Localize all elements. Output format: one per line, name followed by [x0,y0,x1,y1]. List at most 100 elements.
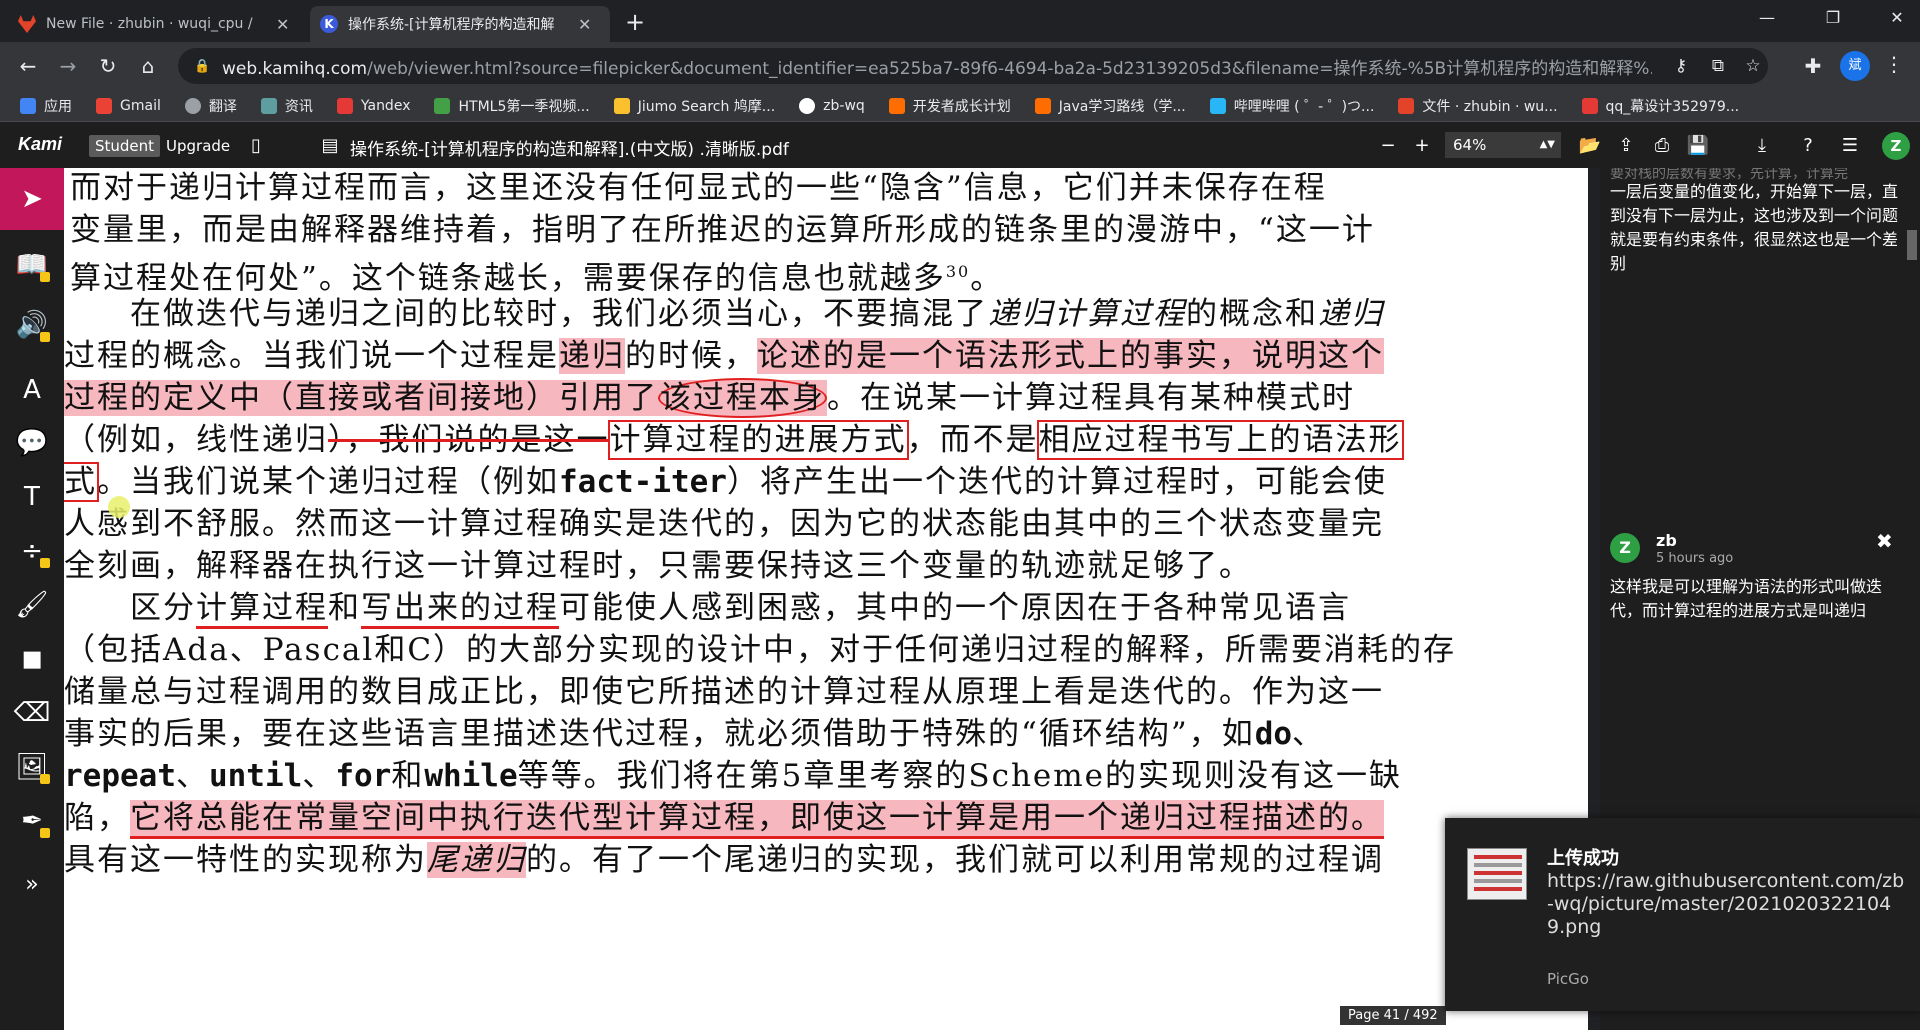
scrollbar[interactable] [1907,230,1917,260]
key-icon[interactable]: ⚷ [1671,56,1691,76]
close-icon[interactable]: ✕ [578,15,591,34]
text-box-icon[interactable]: T [0,470,64,524]
underline[interactable]: 写出来的过程 [361,590,559,629]
gitlab-icon [1398,97,1415,114]
strikethrough[interactable]: ），我们说的是这一 [328,422,610,458]
zoom-out-icon[interactable]: − [1376,134,1400,158]
open-external-icon[interactable]: ⧉ [1708,56,1728,76]
drawing-brush-icon[interactable]: 🖌 [0,578,64,632]
folder-open-icon[interactable]: 📂 [1578,134,1602,158]
text-line: 区分计算过程和写出来的过程可能使人感到困惑，其中的一个原因在于各种常见语言 [130,588,1351,629]
globe-icon [184,97,201,114]
bookmark-gitlab-files[interactable]: 文件 · zhubin · wu... [1398,96,1558,116]
lock-badge-icon [40,774,50,784]
url-text[interactable]: web.kamihq.com/web/viewer.html?source=fi… [222,54,1652,79]
browser-menu-icon[interactable]: ⋮ [1884,52,1904,76]
bookmark-yandex[interactable]: Yandex [336,97,410,114]
share-icon[interactable]: ⇪ [1614,134,1638,158]
add-image-icon[interactable]: 🖼 [0,740,64,794]
eraser-icon[interactable]: ⌫ [0,686,64,740]
close-icon[interactable]: ✕ [276,15,289,34]
select-cursor-icon[interactable]: ➤ [0,172,64,226]
profile-avatar[interactable]: 斌 [1840,51,1870,81]
highlight[interactable]: 递归 [559,338,625,374]
upgrade-button[interactable]: Upgrade [166,135,230,157]
bookmark-apps[interactable]: 应用 [20,96,72,116]
expand-sidebar-icon[interactable]: » [0,858,64,912]
user-avatar[interactable]: Z [1882,132,1910,160]
upload-toast[interactable]: 上传成功 https://raw.githubusercontent.com/z… [1445,818,1920,1011]
zoom-select[interactable]: 64% ▲▼ [1445,132,1561,158]
red-box[interactable]: 计算过程的进展方式 [607,420,909,460]
bookmark-bilibili[interactable]: 哔哩哔哩 ( ゜- ゜)つ... [1209,96,1374,116]
new-tab-button[interactable]: + [620,8,650,38]
toast-url: https://raw.githubusercontent.com/zb-wq/… [1547,870,1905,938]
text-line: 储量总与过程调用的数目成正比，即使它所描述的计算过程从原理上看是迭代的。作为这一 [64,674,1384,710]
github-icon [799,97,816,114]
highlight[interactable]: 它将总能在常量空间中执行迭代型计算过程，即使这一计算是用一个递归过程描述的。 [130,800,1384,839]
highlight[interactable]: 论述的是一个语法形式上的事实 [757,338,1219,374]
hamburger-menu-icon[interactable]: ☰ [1838,134,1862,158]
bookmark-news[interactable]: 资讯 [260,96,313,116]
minimize-icon[interactable]: — [1744,0,1790,36]
text-line: 式。当我们说某个递归过程（例如fact-iter）将产生出一个迭代的计算过程时，… [64,462,1387,502]
highlight[interactable]: 尾递归 [427,842,526,878]
student-button[interactable]: Student [89,135,161,157]
toast-title: 上传成功 [1547,848,1619,869]
zoom-in-icon[interactable]: + [1410,134,1434,158]
bookmark-jiumo[interactable]: Jiumo Search 鸠摩... [613,96,775,116]
comment-time: 5 hours ago [1656,551,1734,566]
document-icon: ▤ [321,135,339,156]
text-to-speech-icon[interactable]: 🔊 [0,298,64,352]
close-icon[interactable]: ✖ [1876,529,1893,553]
download-icon[interactable]: ⤓ [1750,134,1774,158]
bookmark-zb-wq[interactable]: zb-wq [799,97,865,114]
red-box[interactable]: 式 [64,462,99,502]
extensions-icon[interactable]: ✚ [1799,52,1827,80]
highlight[interactable]: 说明这个 [1252,338,1384,374]
print-icon[interactable]: ⎙ [1650,134,1674,158]
underline[interactable]: 计算过程 [196,590,328,629]
comment-icon[interactable]: 💬 [0,416,64,470]
bookmark-dev-growth[interactable]: 开发者成长计划 [888,96,1011,116]
sidebar-toggle-icon[interactable]: ▯ [244,134,268,158]
help-icon[interactable]: ? [1796,134,1820,158]
browser-tab-bar: New File · zhubin · wuqi_cpu / ✕ K 操作系统-… [0,0,1920,42]
bookmark-java[interactable]: Java学习路线（学... [1034,96,1186,116]
highlight[interactable]: 过程的定义中（直接或者间接地）引用了该过程本身 [64,378,827,418]
pdf-page: 而对于递归计算过程而言，这里还没有任何显式的一些“隐含”信息，它们并未保存在程 … [64,168,1588,1030]
tab-kami[interactable]: K 操作系统-[计算机程序的构造和解 ✕ [310,6,610,42]
text-line: （例如，线性递归），我们说的是这一计算过程的进展方式，而不是相应过程书写上的语法… [64,420,1404,460]
comment-avatar: Z [1610,533,1640,563]
signature-icon[interactable]: ✒ [0,794,64,848]
star-icon[interactable]: ☆ [1743,56,1763,76]
reload-icon[interactable]: ↻ [94,52,122,80]
bookmark-translate[interactable]: 翻译 [184,96,237,116]
equation-icon[interactable]: ÷ [0,524,64,578]
bookmark-gmail[interactable]: Gmail [96,97,161,114]
restore-icon[interactable]: ❐ [1810,0,1856,36]
markup-icon[interactable]: A [0,363,64,417]
comment-author: zb [1656,531,1677,550]
comment-card[interactable]: Z zb 5 hours ago ✖ 这样我是可以理解为语法的形式叫做迭代，而计… [1600,523,1920,823]
address-bar[interactable]: 🔒 web.kamihq.com/web/viewer.html?source=… [178,48,1768,84]
text-line: 算过程处在何处”。这个链条越长，需要保存的信息也就越多30。 [70,260,1004,297]
bookmark-html5[interactable]: HTML5第一季视频... [434,96,590,116]
bilibili-icon [1209,97,1226,114]
forward-icon[interactable]: → [54,52,82,80]
tab-gitlab[interactable]: New File · zhubin · wuqi_cpu / ✕ [8,6,308,42]
lock-badge-icon [40,558,50,568]
flame-icon [1581,97,1598,114]
home-icon[interactable]: ⌂ [134,52,162,80]
gmail-icon [96,97,112,114]
dictionary-icon[interactable]: 📖 [0,238,64,292]
save-icon[interactable]: 💾 [1686,134,1710,158]
back-icon[interactable]: ← [14,52,42,80]
comment-card[interactable]: 要对栈的层数有要求，先计算，计算完 一层后变量的值变化，开始算下一层，直到没有下… [1610,168,1910,276]
circled-annotation[interactable]: 该过程本身 [658,378,827,418]
bookmark-qq[interactable]: qq_幕设计352979... [1581,96,1739,116]
close-window-icon[interactable]: ✕ [1874,0,1920,36]
shapes-icon[interactable]: ◼ [0,632,64,686]
tab-title: New File · zhubin · wuqi_cpu / [46,16,253,32]
red-box[interactable]: 相应过程书写上的语法形 [1036,420,1404,460]
